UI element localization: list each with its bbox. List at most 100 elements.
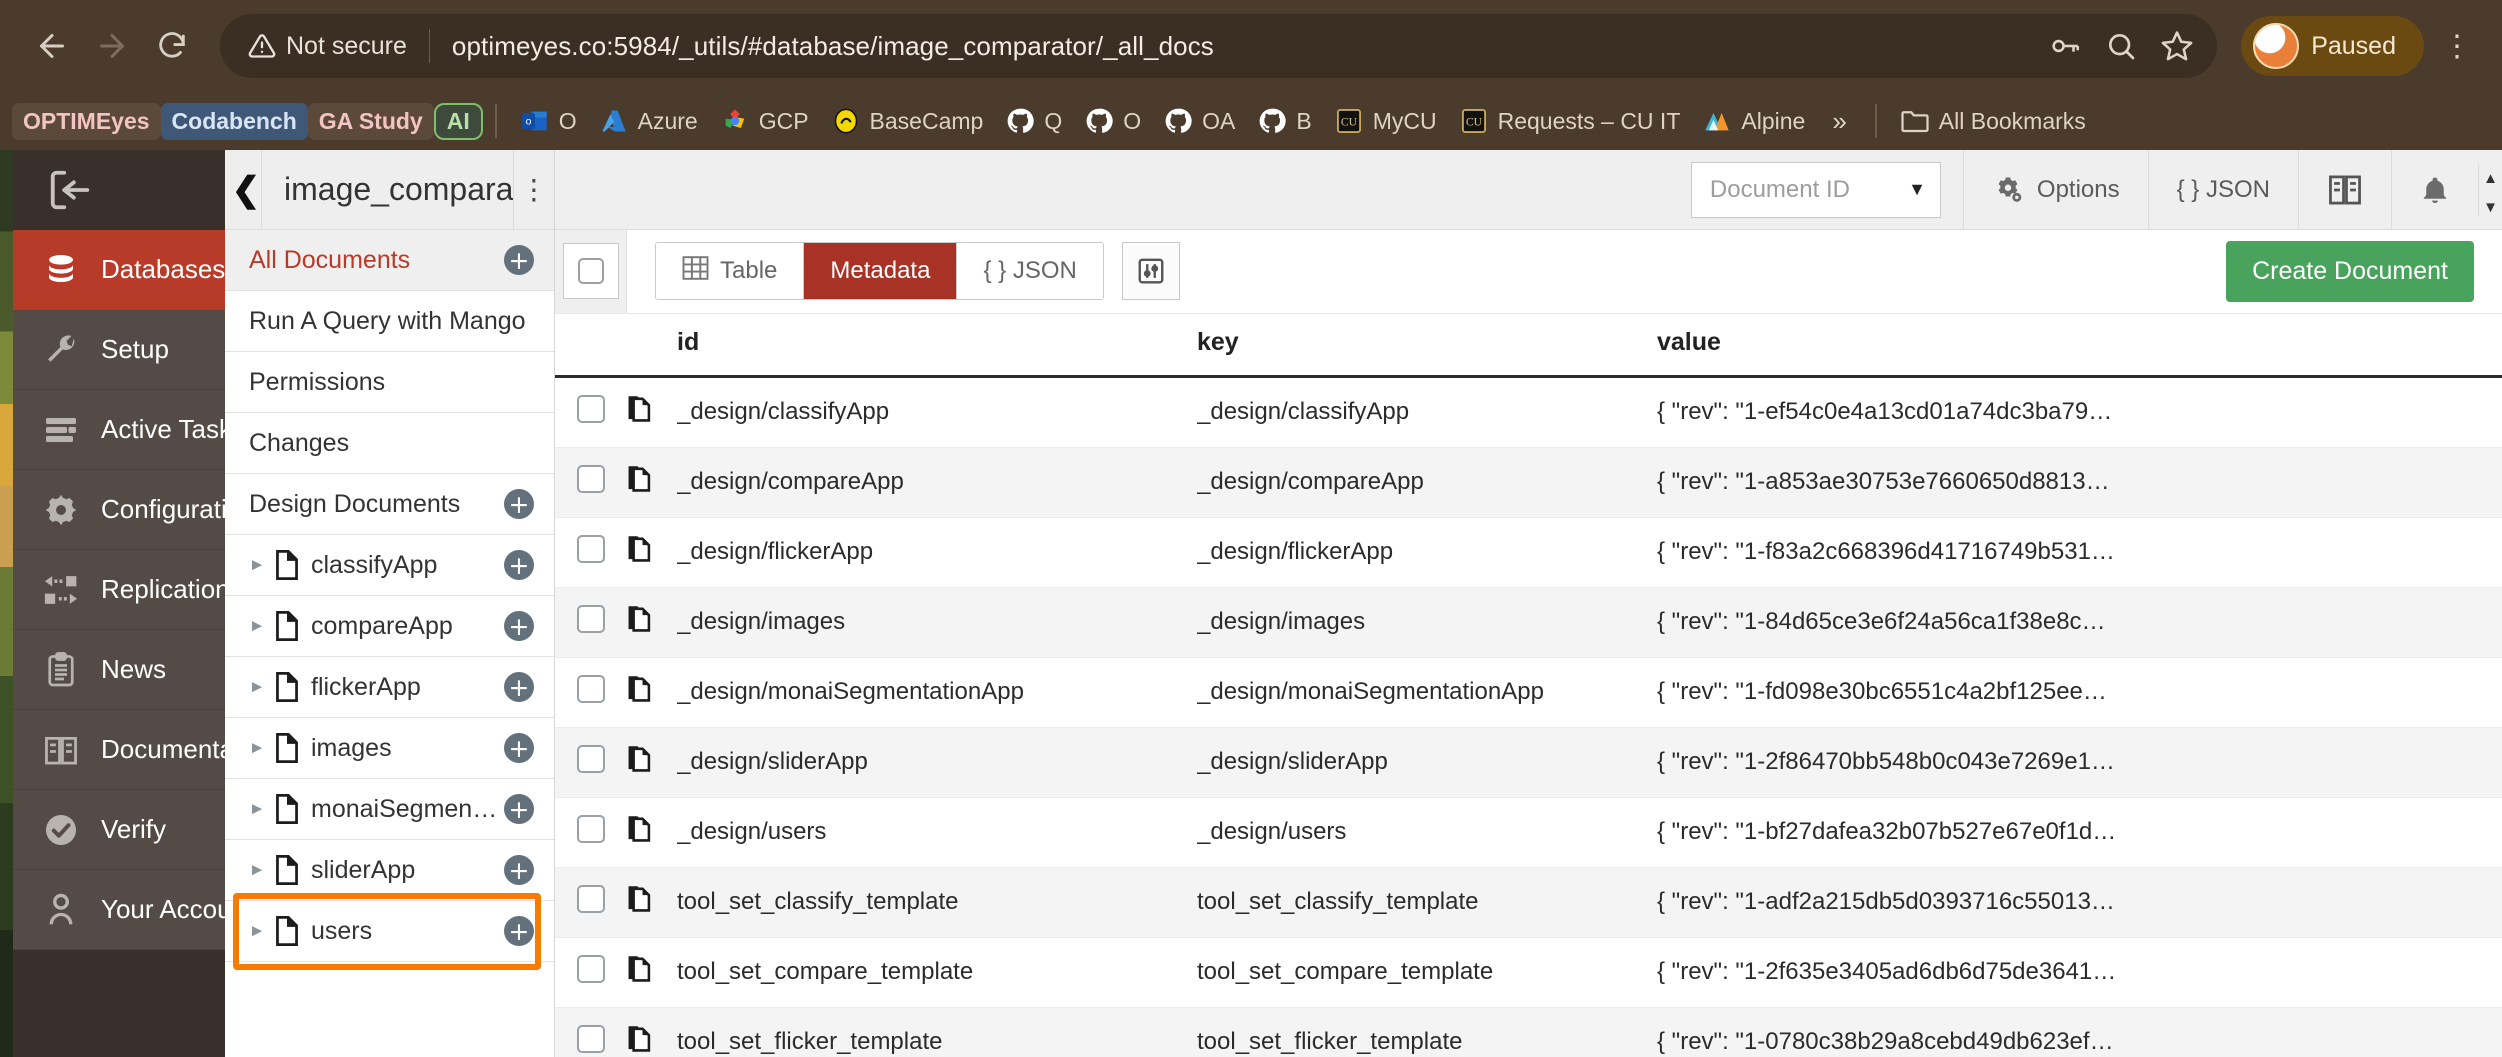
bookmark-q[interactable]: Q	[994, 101, 1073, 141]
search-icon[interactable]	[2101, 26, 2141, 66]
cell-id[interactable]: _design/images	[677, 587, 1197, 658]
row-checkbox-cell[interactable]	[555, 517, 627, 588]
tab-metadata[interactable]: Metadata	[804, 243, 958, 300]
row-checkbox[interactable]	[577, 814, 605, 843]
expand-caret-icon[interactable]: ►	[243, 677, 271, 697]
row-checkbox[interactable]	[577, 534, 605, 563]
row-checkbox[interactable]	[577, 884, 605, 913]
add-icon[interactable]: +	[504, 245, 534, 275]
sidebar-item-verify[interactable]: Verify	[13, 790, 225, 870]
expand-caret-icon[interactable]: ►	[243, 616, 271, 636]
sidebar-item-replication[interactable]: Replication	[13, 550, 230, 630]
couchdb-logo-icon[interactable]	[13, 150, 225, 230]
database-menu-button[interactable]: ⋮	[512, 150, 554, 230]
expand-caret-icon[interactable]: ►	[243, 738, 271, 758]
row-checkbox-cell[interactable]	[555, 937, 627, 1008]
cell-id[interactable]: _design/sliderApp	[677, 727, 1197, 798]
sidebar-item-databases[interactable]: Databases	[13, 230, 225, 310]
expand-caret-icon[interactable]: ►	[243, 921, 271, 941]
bookmark-ga-study[interactable]: GA Study	[307, 102, 434, 140]
table-row[interactable]: tool_set_flicker_template tool_set_flicke…	[555, 1007, 2502, 1057]
password-key-icon[interactable]	[2045, 26, 2085, 66]
db-row-permissions[interactable]: Permissions	[225, 352, 554, 413]
sidebar-item-active-tasks[interactable]: Active Tasks	[13, 390, 245, 470]
bookmark-gcp[interactable]: GCP	[709, 101, 820, 141]
bookmark-ai[interactable]: AI	[433, 102, 483, 140]
sidebar-item-documentation[interactable]: Documentation	[13, 710, 276, 790]
page-scrollbar[interactable]: ▲ ▼	[2478, 163, 2502, 216]
cell-id[interactable]: _design/monaiSegmentationApp	[677, 657, 1197, 728]
db-row-flickerapp[interactable]: ► flickerApp +	[225, 657, 554, 718]
bookmarks-overflow-button[interactable]: »	[1816, 106, 1862, 137]
table-row[interactable]: _design/compareApp _design/compareApp{ "r…	[555, 447, 2502, 518]
bookmark-optimeyes[interactable]: OPTIMEyes	[12, 102, 161, 140]
expand-caret-icon[interactable]: ►	[243, 555, 271, 575]
table-row[interactable]: _design/flickerApp _design/flickerApp{ "r…	[555, 517, 2502, 588]
bookmark-requests-cu-it[interactable]: CU Requests – CU IT	[1448, 101, 1692, 141]
table-row[interactable]: _design/monaiSegmentationApp _design/mona…	[555, 657, 2502, 728]
add-icon[interactable]: +	[504, 794, 534, 824]
row-checkbox[interactable]	[577, 744, 605, 773]
db-row-all-documents[interactable]: All Documents +	[225, 230, 554, 291]
row-checkbox-cell[interactable]	[555, 867, 627, 938]
cell-id[interactable]: _design/flickerApp	[677, 517, 1197, 588]
reload-button[interactable]	[142, 16, 202, 76]
row-checkbox-cell[interactable]	[555, 727, 627, 798]
bookmark-mycu[interactable]: CU MyCU	[1323, 101, 1448, 141]
sidebar-item-setup[interactable]: Setup	[13, 310, 225, 390]
db-row-images[interactable]: ► images +	[225, 718, 554, 779]
forward-button[interactable]	[82, 16, 142, 76]
cell-id[interactable]: tool_set_classify_template	[677, 867, 1197, 938]
header-value[interactable]: value	[1657, 313, 2502, 378]
bookmark-codabench[interactable]: Codabench	[160, 102, 308, 140]
row-checkbox[interactable]	[577, 954, 605, 983]
all-bookmarks-button[interactable]: All Bookmarks	[1889, 101, 2097, 141]
row-checkbox-cell[interactable]	[555, 797, 627, 868]
db-row-sliderapp[interactable]: ► sliderApp +	[225, 840, 554, 901]
bookmark-b[interactable]: B	[1246, 101, 1322, 141]
security-indicator[interactable]: Not secure	[220, 32, 429, 61]
add-icon[interactable]: +	[504, 672, 534, 702]
scroll-down-arrow[interactable]: ▼	[2483, 199, 2498, 216]
bookmark-star-icon[interactable]	[2157, 26, 2197, 66]
db-row-compareapp[interactable]: ► compareApp +	[225, 596, 554, 657]
expand-caret-icon[interactable]: ►	[243, 860, 271, 880]
browser-menu-button[interactable]: ⋮	[2434, 29, 2480, 64]
cell-id[interactable]: _design/classifyApp	[677, 376, 1197, 448]
bookmark-o[interactable]: oO	[509, 101, 588, 141]
db-row-users[interactable]: ► users +	[225, 901, 554, 962]
row-checkbox[interactable]	[577, 464, 605, 493]
db-row-run-a-query-with-mango[interactable]: Run A Query with Mango	[225, 291, 554, 352]
db-row-monaisegmentationapp[interactable]: ► monaiSegmentationApp+	[225, 779, 554, 840]
table-row[interactable]: _design/classifyApp _design/classifyApp{ …	[555, 376, 2502, 448]
add-icon[interactable]: +	[504, 489, 534, 519]
url-text[interactable]: optimeyes.co:5984/_utils/#database/image…	[430, 31, 2045, 62]
add-icon[interactable]: +	[504, 611, 534, 641]
expand-caret-icon[interactable]: ►	[243, 799, 271, 819]
chevron-left-icon[interactable]: ❮	[231, 150, 262, 230]
cell-id[interactable]: tool_set_flicker_template	[677, 1007, 1197, 1057]
json-view-button[interactable]: { } JSON	[2147, 149, 2298, 230]
bookmark-alpine[interactable]: Alpine	[1691, 101, 1816, 141]
bookmark-basecamp[interactable]: BaseCamp	[820, 101, 995, 141]
add-icon[interactable]: +	[504, 550, 534, 580]
row-checkbox-cell[interactable]	[555, 657, 627, 728]
row-checkbox-cell[interactable]	[555, 1007, 627, 1057]
notifications-button[interactable]	[2391, 149, 2478, 230]
cell-id[interactable]: tool_set_compare_template	[677, 937, 1197, 1008]
sidebar-item-your-account[interactable]: Your Account	[13, 870, 253, 950]
row-checkbox[interactable]	[577, 604, 605, 633]
header-key[interactable]: key	[1197, 313, 1657, 378]
db-row-classifyapp[interactable]: ► classifyApp +	[225, 535, 554, 596]
back-button[interactable]	[22, 16, 82, 76]
add-icon[interactable]: +	[504, 733, 534, 763]
select-all-checkbox[interactable]	[562, 243, 619, 300]
bookmark-azure[interactable]: Azure	[588, 101, 709, 141]
create-document-button[interactable]: Create Document	[2226, 240, 2474, 302]
tab-json[interactable]: { } JSON	[957, 243, 1103, 300]
sliders-icon[interactable]	[1121, 242, 1180, 301]
scroll-up-arrow[interactable]: ▲	[2483, 170, 2498, 187]
row-checkbox[interactable]	[577, 394, 605, 423]
sidebar-item-configuration[interactable]: Configuration	[13, 470, 256, 550]
table-row[interactable]: _design/sliderApp _design/sliderApp{ "rev…	[555, 727, 2502, 798]
